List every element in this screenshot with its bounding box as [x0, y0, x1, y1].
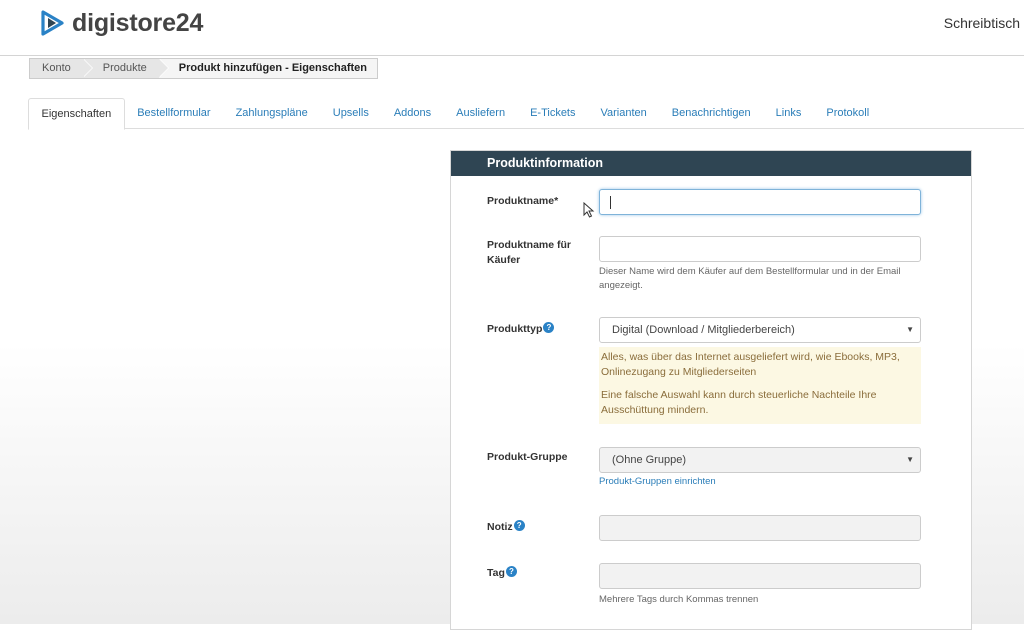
tag-help: Mehrere Tags durch Kommas trennen: [599, 594, 759, 605]
tag-label-wrap: Tag?: [487, 566, 587, 581]
produkttyp-warning-text-2: Eine falsche Auswahl kann durch steuerli…: [601, 389, 877, 416]
kaeufername-label: Produktname für Käufer: [487, 239, 572, 266]
gruppen-einrichten-link[interactable]: Produkt-Gruppen einrichten: [599, 476, 716, 487]
brand-logo[interactable]: digistore24: [38, 8, 203, 38]
produkttyp-label-wrap: Produkttyp?: [487, 322, 587, 337]
breadcrumb: Konto Produkte Produkt hinzufügen - Eige…: [29, 58, 379, 79]
kaeufername-help: Dieser Name wird dem Käufer auf dem Best…: [599, 266, 901, 291]
breadcrumb-current: Produkt hinzufügen - Eigenschaften: [158, 59, 378, 78]
tab-links[interactable]: Links: [763, 98, 814, 129]
gruppe-label: Produkt-Gruppe: [487, 451, 568, 463]
tab-bar: Eigenschaften Bestellformular Zahlungspl…: [28, 98, 1024, 130]
tab-bestellformular[interactable]: Bestellformular: [125, 98, 223, 129]
tab-protokoll[interactable]: Protokoll: [814, 98, 882, 129]
tab-zahlungsplaene[interactable]: Zahlungspläne: [223, 98, 320, 129]
tab-varianten[interactable]: Varianten: [588, 98, 659, 129]
produkttyp-warning-text-1: Alles, was über das Internet ausgeliefer…: [601, 351, 900, 378]
caret-down-icon: ▼: [906, 325, 914, 334]
tag-input[interactable]: [599, 563, 921, 589]
produkttyp-warning: Alles, was über das Internet ausgeliefer…: [599, 347, 921, 424]
produkttyp-label: Produkttyp: [487, 323, 543, 335]
tab-upsells[interactable]: Upsells: [320, 98, 381, 129]
text-caret: [610, 196, 611, 209]
tab-eigenschaften[interactable]: Eigenschaften: [28, 98, 125, 130]
digistore-logo-icon: [41, 10, 64, 36]
tab-addons[interactable]: Addons: [381, 98, 443, 129]
tab-ausliefern[interactable]: Ausliefern: [444, 98, 518, 129]
mouse-pointer-icon: [583, 202, 595, 218]
produktname-input[interactable]: [599, 189, 921, 215]
app-header: digistore24 Schreibtisch: [0, 0, 1024, 56]
panel-title: Produktinformation: [451, 151, 971, 176]
help-icon[interactable]: ?: [513, 520, 525, 531]
breadcrumb-produkte[interactable]: Produkte: [82, 59, 169, 78]
tag-label: Tag: [487, 567, 505, 579]
tab-benachrichtigen[interactable]: Benachrichtigen: [659, 98, 763, 129]
breadcrumb-konto[interactable]: Konto: [30, 59, 93, 78]
tab-e-tickets[interactable]: E-Tickets: [518, 98, 588, 129]
caret-down-icon: ▼: [906, 455, 914, 464]
gruppe-select[interactable]: (Ohne Gruppe) ▼: [599, 447, 921, 473]
produkttyp-select[interactable]: Digital (Download / Mitgliederbereich) ▼: [599, 317, 921, 343]
notiz-label-wrap: Notiz?: [487, 520, 587, 535]
gruppe-selected: (Ohne Gruppe): [612, 454, 686, 466]
notiz-label: Notiz: [487, 521, 513, 533]
schreibtisch-link[interactable]: Schreibtisch: [944, 15, 1020, 31]
produktinformation-panel: Produktinformation Produktname* Produktn…: [450, 150, 972, 630]
produktname-label: Produktname*: [487, 195, 559, 207]
produkttyp-selected: Digital (Download / Mitgliederbereich): [612, 324, 795, 336]
kaeufername-input[interactable]: [599, 236, 921, 262]
help-icon[interactable]: ?: [505, 566, 517, 577]
brand-name: digistore24: [72, 8, 204, 37]
help-icon[interactable]: ?: [543, 322, 555, 333]
notiz-input[interactable]: [599, 515, 921, 541]
